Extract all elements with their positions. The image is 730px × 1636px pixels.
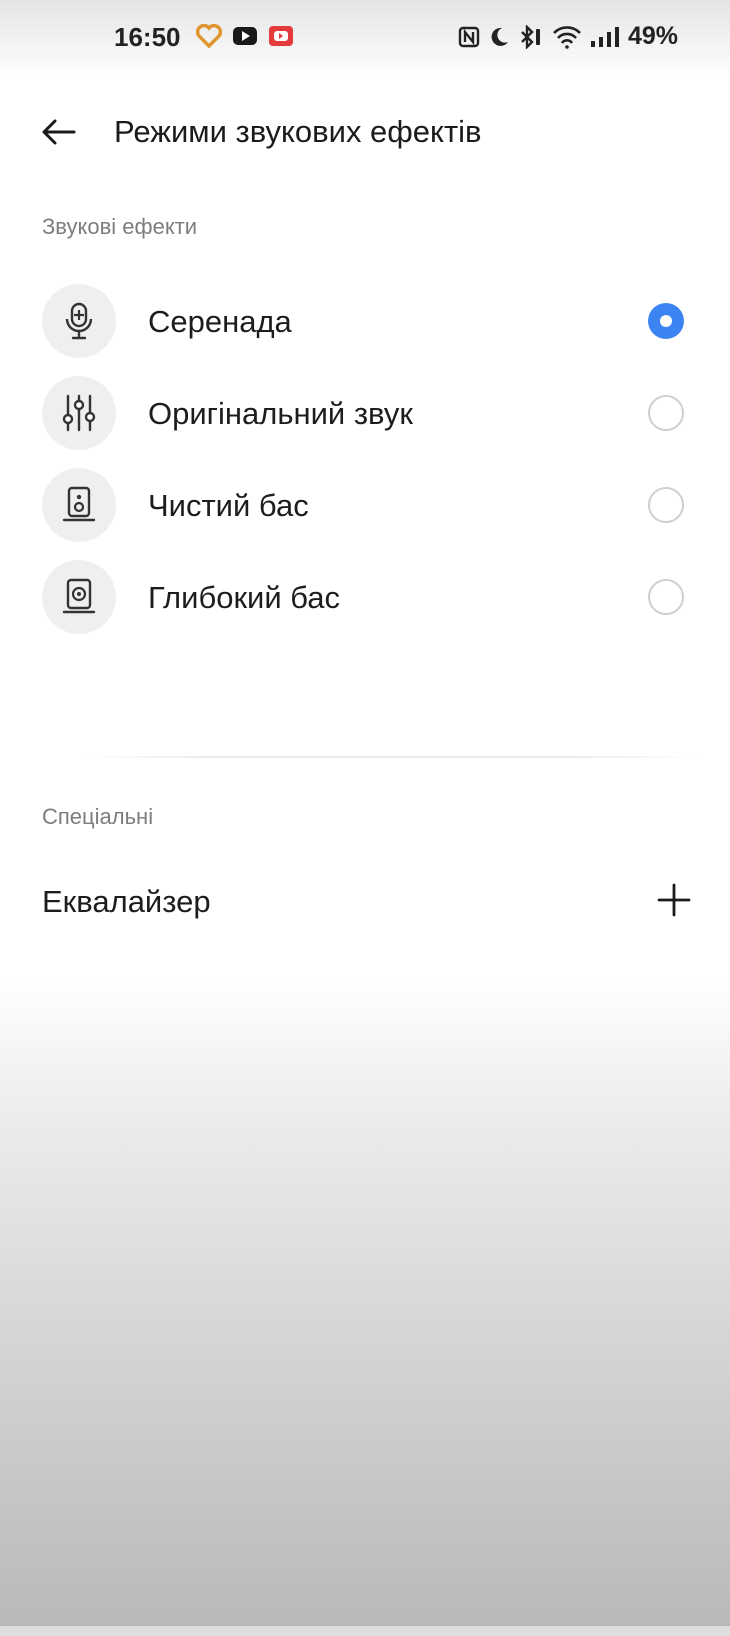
battery-level: 49% — [627, 22, 678, 50]
microphone-icon — [42, 284, 116, 358]
option-label: Серенада — [148, 304, 292, 339]
status-time: 16:50 — [114, 22, 181, 52]
bluetooth-icon — [518, 24, 544, 49]
option-serenade[interactable]: Серенада — [0, 276, 730, 368]
notification-icons — [196, 24, 294, 48]
radio-original-sound[interactable] — [648, 395, 684, 431]
section-header-sound-effects: Звукові ефекти — [42, 214, 198, 239]
arrow-left-icon — [40, 117, 76, 147]
subwoofer-icon — [42, 560, 116, 634]
equalizer-label: Еквалайзер — [42, 884, 211, 919]
section-divider — [80, 756, 700, 758]
sound-effects-list: Серенада Оригінальний звук Чистий бас Гл… — [0, 276, 730, 644]
radio-deep-bass[interactable] — [648, 579, 684, 615]
option-label: Чистий бас — [148, 488, 309, 523]
page-title: Режими звукових ефектів — [114, 114, 482, 149]
back-button[interactable] — [36, 110, 80, 154]
signal-icon — [590, 26, 620, 48]
option-original-sound[interactable]: Оригінальний звук — [0, 368, 730, 460]
moon-icon — [488, 26, 510, 48]
youtube-music-icon — [268, 25, 294, 47]
option-deep-bass[interactable]: Глибокий бас — [0, 552, 730, 644]
navigation-bar — [0, 1626, 730, 1636]
option-clear-bass[interactable]: Чистий бас — [0, 460, 730, 552]
app-bar: Режими звукових ефектів — [0, 96, 730, 168]
equalizer-row[interactable]: Еквалайзер — [0, 862, 730, 938]
system-icons: 49% — [458, 22, 678, 51]
status-bar: 16:50 49% — [0, 0, 730, 80]
heart-app-icon — [196, 24, 222, 48]
radio-clear-bass[interactable] — [648, 487, 684, 523]
section-header-special: Спеціальні — [42, 804, 154, 829]
add-equalizer-button[interactable] — [652, 878, 696, 922]
option-label: Оригінальний звук — [148, 396, 413, 431]
radio-serenade[interactable] — [648, 303, 684, 339]
plus-icon — [657, 883, 691, 917]
option-label: Глибокий бас — [148, 580, 341, 615]
speaker-icon — [42, 468, 116, 542]
sliders-icon — [42, 376, 116, 450]
nfc-icon — [458, 26, 480, 48]
wifi-icon — [552, 25, 582, 49]
youtube-icon — [232, 26, 258, 46]
